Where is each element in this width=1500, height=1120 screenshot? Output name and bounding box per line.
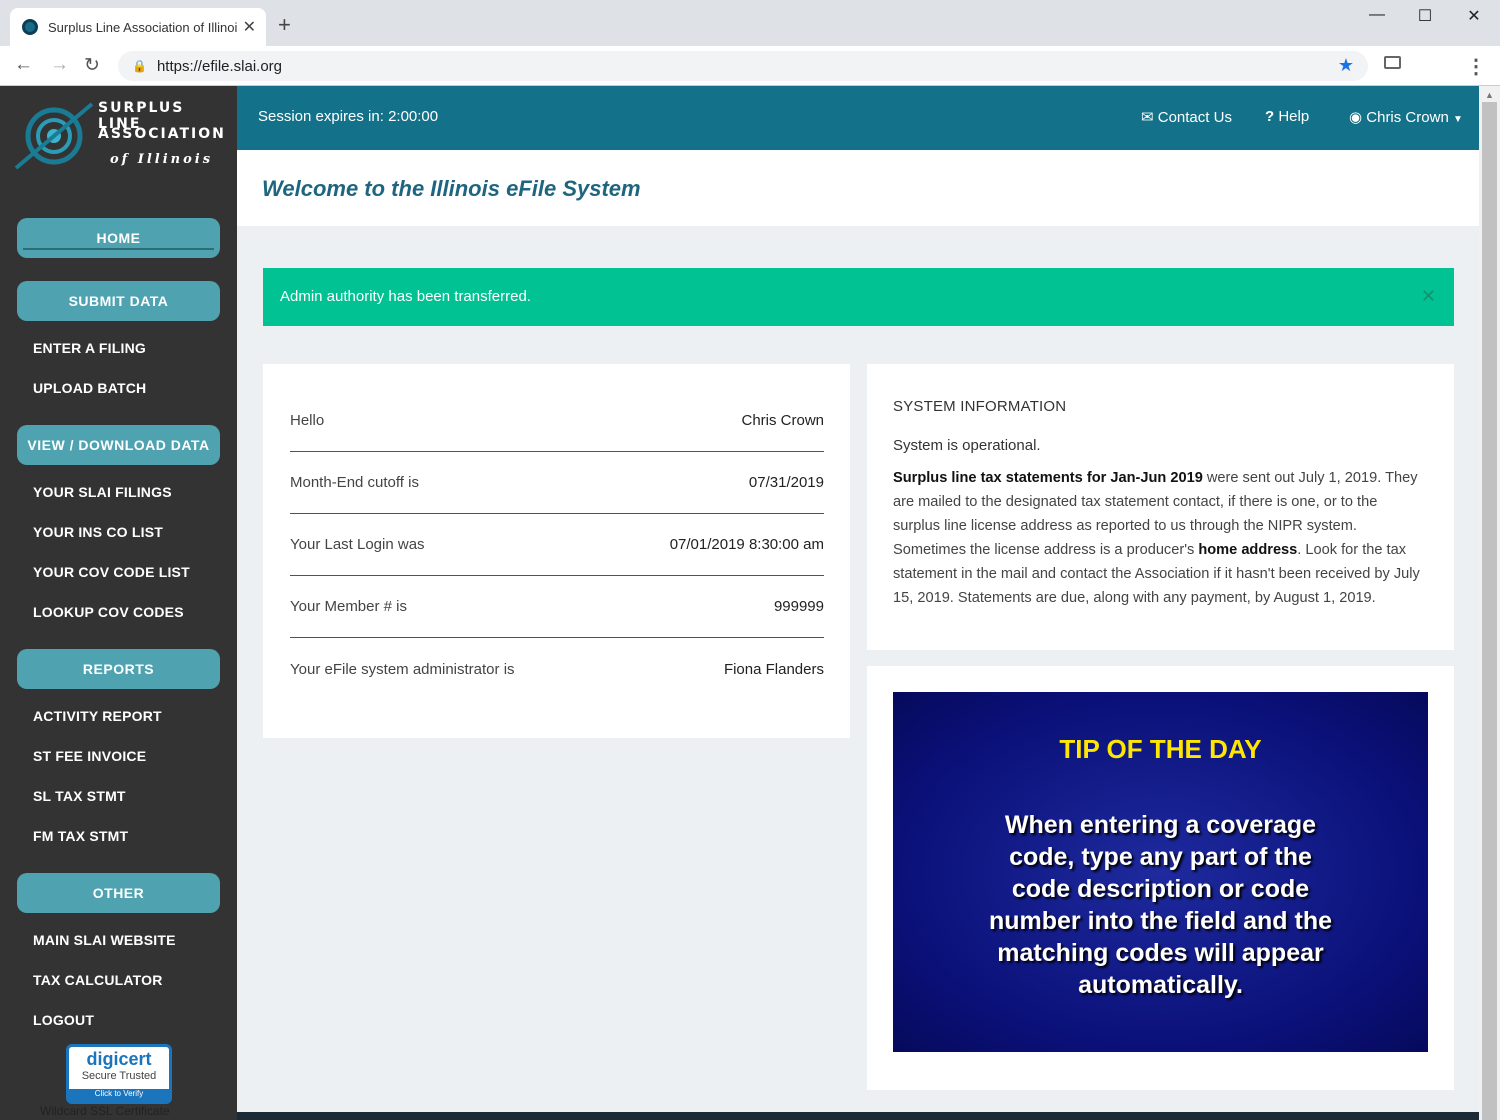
info-row-cutoff: Month-End cutoff is 07/31/2019	[290, 452, 824, 514]
page-title: Welcome to the Illinois eFile System	[262, 176, 641, 201]
top-bar: Session expires in: 2:00:00 ✉ Contact Us…	[237, 86, 1479, 150]
nav-reports-button[interactable]: REPORTS	[17, 649, 220, 689]
member-label: Your Member # is	[290, 598, 407, 615]
nav-ins-co-list-link[interactable]: YOUR INS CO LIST	[33, 524, 163, 540]
info-row-hello: Hello Chris Crown	[290, 390, 824, 452]
browser-tab-bar: Surplus Line Association of Illinois ✕ +…	[0, 0, 1500, 46]
admin-value: Fiona Flanders	[723, 660, 824, 678]
login-value: 07/01/2019 8:30:00 am	[669, 536, 824, 553]
tip-title: TIP OF THE DAY	[1059, 734, 1262, 764]
envelope-icon: ✉	[1141, 109, 1154, 126]
user-circle-icon: ◉	[1349, 109, 1363, 126]
contact-us-label: Contact Us	[1157, 109, 1232, 126]
nav-upload-batch-link[interactable]: UPLOAD BATCH	[33, 380, 146, 396]
window-close-icon[interactable]: ✕	[1459, 6, 1489, 26]
digicert-brand: digicert	[86, 1049, 152, 1069]
nav-home-button[interactable]: HOME	[17, 218, 220, 258]
info-row-member: Your Member # is 999999	[290, 576, 824, 638]
browser-address-bar: ← → ↻ 🔒 https://efile.slai.org ★ ⋮	[0, 46, 1500, 86]
digicert-verify-text[interactable]: Click to Verify	[69, 1089, 169, 1101]
hello-value: Chris Crown	[741, 412, 824, 429]
nav-sl-tax-stmt-link[interactable]: SL TAX STMT	[33, 788, 126, 804]
logo-line-3: of Illinois	[110, 152, 214, 167]
main-content: Admin authority has been transferred. ✕ …	[237, 226, 1479, 1120]
tip-of-day-banner: TIP OF THE DAY When entering a coverage …	[893, 692, 1428, 1052]
login-label: Your Last Login was	[290, 536, 425, 553]
admin-label: Your eFile system administrator is	[290, 660, 515, 678]
system-bold-1: Surplus line tax statements for Jan-Jun …	[893, 470, 1203, 486]
nav-submit-data-button[interactable]: SUBMIT DATA	[17, 281, 220, 321]
alert-message: Admin authority has been transferred.	[280, 288, 531, 305]
nav-logout-link[interactable]: LOGOUT	[33, 1012, 94, 1028]
nav-main-website-link[interactable]: MAIN SLAI WEBSITE	[33, 932, 176, 948]
logo-emblem-icon	[14, 102, 94, 170]
url-omnibox[interactable]: 🔒 https://efile.slai.org ★	[118, 51, 1368, 81]
page-header: Welcome to the Illinois eFile System	[237, 150, 1479, 226]
logo-line-2: ASSOCIATION	[98, 126, 226, 142]
browser-tab[interactable]: Surplus Line Association of Illinois ✕	[10, 8, 266, 46]
hello-label: Hello	[290, 412, 325, 429]
scrollbar-thumb[interactable]	[1482, 102, 1497, 1120]
nav-other-button[interactable]: OTHER	[17, 873, 220, 913]
browser-menu-icon[interactable]: ⋮	[1466, 54, 1486, 79]
system-bold-2: home address	[1198, 542, 1298, 558]
forward-arrow-icon[interactable]: →	[50, 54, 69, 76]
session-timer: Session expires in: 2:00:00	[258, 108, 439, 125]
back-arrow-icon[interactable]: ←	[14, 54, 33, 76]
question-icon: ?	[1265, 108, 1275, 125]
nav-tax-calculator-link[interactable]: TAX CALCULATOR	[33, 972, 163, 988]
alert-close-icon[interactable]: ✕	[1421, 286, 1436, 307]
digicert-badge[interactable]: digicert Secure Trusted Click to Verify	[66, 1044, 172, 1104]
lock-icon: 🔒	[132, 59, 147, 73]
url-text[interactable]: https://efile.slai.org	[157, 58, 282, 75]
user-menu[interactable]: ◉ Chris Crown ▼	[1349, 108, 1463, 126]
nav-enter-filing-link[interactable]: ENTER A FILING	[33, 340, 146, 356]
system-message: Surplus line tax statements for Jan-Jun …	[893, 466, 1428, 610]
digicert-secure-text: Secure Trusted	[81, 1070, 157, 1082]
nav-st-fee-invoice-link[interactable]: ST FEE INVOICE	[33, 748, 146, 764]
tip-card: TIP OF THE DAY When entering a coverage …	[867, 666, 1454, 1090]
ssl-caption: Wildcard SSL Certificate	[40, 1104, 170, 1118]
maximize-icon[interactable]: ☐	[1410, 6, 1440, 26]
cast-icon[interactable]	[1384, 56, 1401, 69]
help-link[interactable]: ? Help	[1265, 108, 1309, 125]
close-tab-icon[interactable]: ✕	[243, 17, 256, 37]
help-label: Help	[1278, 108, 1310, 125]
info-row-login: Your Last Login was 07/01/2019 8:30:00 a…	[290, 514, 824, 576]
page-scrollbar[interactable]: ▲	[1479, 86, 1500, 1120]
site-favicon-icon	[22, 19, 38, 35]
sidebar: SURPLUS LINE ASSOCIATION of Illinois HOM…	[0, 86, 237, 1120]
info-row-admin: Your eFile system administrator is Fiona…	[290, 638, 824, 700]
contact-us-link[interactable]: ✉ Contact Us	[1141, 108, 1232, 126]
cutoff-value: 07/31/2019	[748, 474, 824, 491]
nav-activity-report-link[interactable]: ACTIVITY REPORT	[33, 708, 162, 724]
bookmark-star-icon[interactable]: ★	[1338, 55, 1354, 76]
user-info-card: Hello Chris Crown Month-End cutoff is 07…	[263, 364, 850, 738]
tab-title: Surplus Line Association of Illinois	[48, 19, 237, 35]
reload-icon[interactable]: ↻	[84, 54, 100, 77]
bottom-strip	[237, 1112, 1479, 1120]
user-name: Chris Crown	[1366, 109, 1449, 126]
cutoff-label: Month-End cutoff is	[290, 474, 419, 491]
tip-text: When entering a coverage code, type any …	[988, 811, 1333, 999]
nav-your-filings-link[interactable]: YOUR SLAI FILINGS	[33, 484, 172, 500]
slai-logo[interactable]: SURPLUS LINE ASSOCIATION of Illinois	[14, 96, 229, 176]
nav-fm-tax-stmt-link[interactable]: FM TAX STMT	[33, 828, 128, 844]
member-value: 999999	[773, 598, 824, 615]
minimize-icon[interactable]: —	[1362, 6, 1392, 24]
system-status: System is operational.	[893, 437, 1041, 454]
nav-cov-code-list-link[interactable]: YOUR COV CODE LIST	[33, 564, 190, 580]
nav-lookup-cov-link[interactable]: LOOKUP COV CODES	[33, 604, 184, 620]
system-info-card: SYSTEM INFORMATION System is operational…	[867, 364, 1454, 650]
new-tab-plus-icon[interactable]: +	[278, 12, 291, 38]
nav-view-download-button[interactable]: VIEW / DOWNLOAD DATA	[17, 425, 220, 465]
success-alert: Admin authority has been transferred. ✕	[263, 268, 1454, 326]
system-info-title: SYSTEM INFORMATION	[893, 398, 1067, 415]
caret-down-icon: ▼	[1452, 114, 1463, 125]
scroll-up-icon[interactable]: ▲	[1485, 90, 1494, 100]
